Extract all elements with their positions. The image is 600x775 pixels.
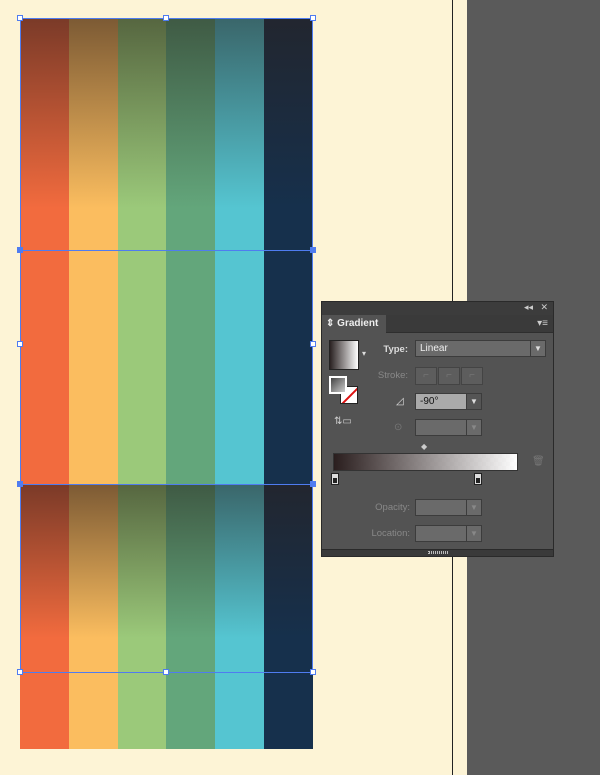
angle-icon: ◿	[396, 396, 404, 407]
color-stripe	[264, 18, 313, 250]
color-stripe	[68, 672, 118, 749]
stroke-along-button[interactable]: ⌐	[438, 367, 460, 385]
aspect-ratio-icon: ⊙	[394, 422, 403, 433]
color-stripe	[215, 18, 265, 250]
color-stripe	[215, 672, 265, 749]
color-stripe	[215, 250, 265, 484]
color-stripe	[215, 484, 265, 672]
color-stripe	[117, 672, 167, 749]
gradient-section-bottom[interactable]	[20, 484, 313, 672]
color-stop-left[interactable]	[331, 473, 339, 485]
color-stripe	[117, 250, 167, 484]
collapse-icon[interactable]: ◂◂	[524, 302, 533, 313]
selection-handle[interactable]	[163, 15, 169, 21]
color-stripe	[20, 672, 69, 749]
selection-handle[interactable]	[310, 247, 316, 253]
color-stripe	[166, 672, 216, 749]
stroke-within-button[interactable]: ⌐	[415, 367, 437, 385]
angle-field[interactable]: -90° ▼	[415, 393, 482, 410]
selection-handle[interactable]	[17, 247, 23, 253]
artwork[interactable]	[20, 18, 313, 749]
location-field[interactable]: ▼	[415, 525, 482, 542]
color-stripe	[166, 250, 216, 484]
color-stripe	[264, 250, 313, 484]
selection-handle[interactable]	[163, 669, 169, 675]
color-stripe	[68, 484, 118, 672]
swatch-dropdown-icon[interactable]: ▾	[362, 349, 366, 358]
opacity-field[interactable]: ▼	[415, 499, 482, 516]
color-stripe	[117, 484, 167, 672]
selection-handle[interactable]	[310, 15, 316, 21]
panel-resize-bar[interactable]	[322, 549, 553, 556]
delete-stop-icon[interactable]: 🗑	[532, 456, 545, 467]
color-stripe	[20, 250, 69, 484]
selection-handle[interactable]	[17, 15, 23, 21]
color-stripe	[117, 18, 167, 250]
selection-handle[interactable]	[17, 481, 23, 487]
selection-handle[interactable]	[310, 669, 316, 675]
color-stripe	[68, 18, 118, 250]
gradient-slider[interactable]	[333, 453, 518, 471]
selection-handle[interactable]	[17, 341, 23, 347]
selection-handle[interactable]	[310, 481, 316, 487]
gradient-swatch[interactable]	[329, 340, 359, 370]
reverse-gradient-icon[interactable]: ⇅▭	[334, 416, 352, 427]
stroke-across-button[interactable]: ⌐	[461, 367, 483, 385]
panel-titlebar[interactable]: ◂◂ ✕	[322, 302, 553, 315]
aspect-ratio-field[interactable]: ▼	[415, 419, 482, 436]
selection-handle[interactable]	[17, 669, 23, 675]
color-stripe	[264, 484, 313, 672]
color-stop-right[interactable]	[474, 473, 482, 485]
type-dropdown[interactable]: Linear ▼	[415, 340, 546, 357]
fill-swatch[interactable]	[329, 376, 347, 394]
gradient-panel: ◂◂ ✕ ⇕ Gradient ▾≡ ▾ ⇅▭ Type: Linear ▼ St…	[321, 301, 554, 557]
panel-menu-icon[interactable]: ▾≡	[537, 318, 548, 329]
close-icon[interactable]: ✕	[540, 302, 548, 313]
solid-section-bottom[interactable]	[20, 672, 313, 749]
solid-section[interactable]	[20, 250, 313, 484]
color-stripe	[166, 18, 216, 250]
midpoint-diamond[interactable]: ◆	[421, 442, 427, 451]
color-stripe	[264, 672, 313, 749]
color-stripe	[20, 484, 69, 672]
gradient-section-top[interactable]	[20, 18, 313, 250]
tab-gradient[interactable]: ⇕ Gradient	[322, 315, 386, 333]
color-stripe	[166, 484, 216, 672]
color-stripe	[20, 18, 69, 250]
color-stripe	[68, 250, 118, 484]
selection-handle[interactable]	[310, 341, 316, 347]
